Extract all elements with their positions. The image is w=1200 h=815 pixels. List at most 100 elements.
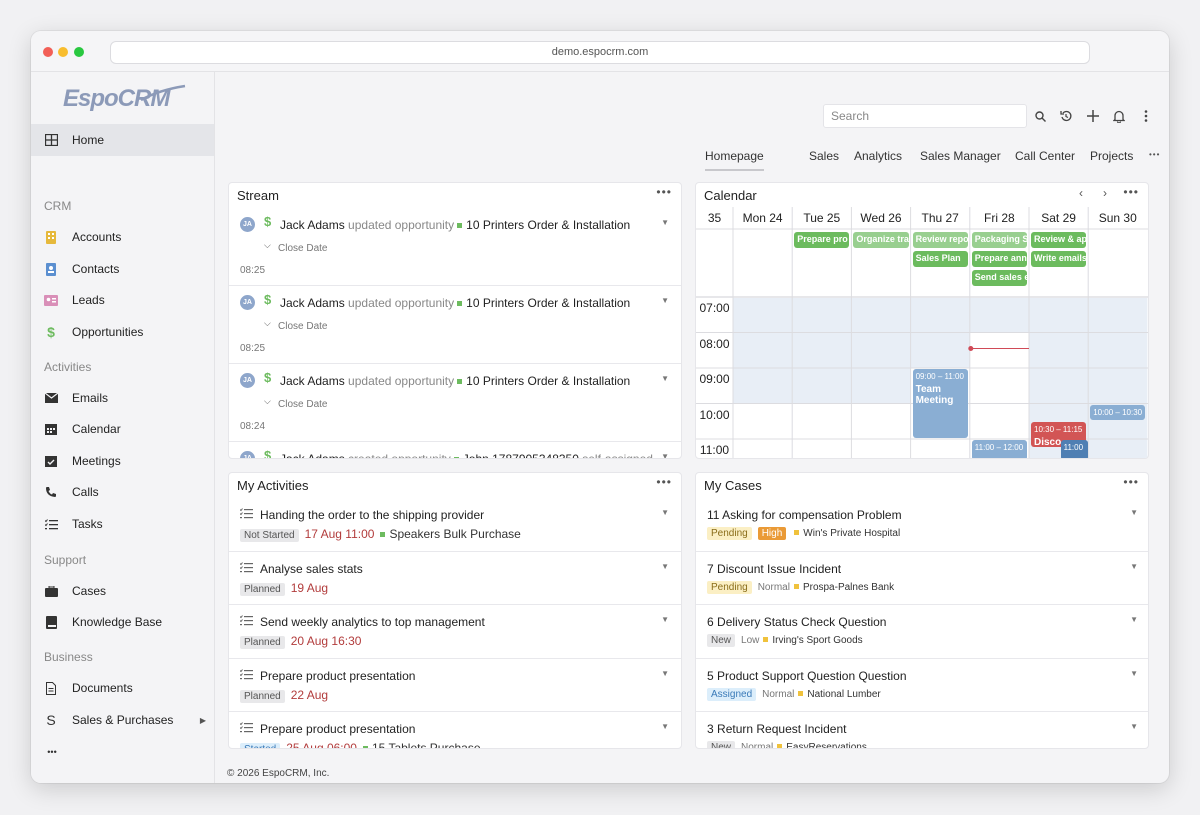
- calendar-all-day-event[interactable]: Send sales e: [971, 270, 1027, 286]
- search-input[interactable]: [823, 104, 1027, 128]
- avatar[interactable]: JA: [240, 295, 255, 310]
- row-dropdown-caret-icon[interactable]: ▼: [661, 374, 669, 383]
- account-link[interactable]: Win's Private Hospital: [803, 528, 900, 539]
- avatar[interactable]: JA: [240, 373, 255, 388]
- activity-name-link[interactable]: Prepare product presentation: [260, 669, 415, 683]
- sidebar-item-calendar[interactable]: Calendar: [31, 413, 214, 445]
- row-dropdown-caret-icon[interactable]: ▼: [1130, 722, 1138, 731]
- stream-user-link[interactable]: Jack Adams: [280, 296, 345, 310]
- calendar-all-day-event[interactable]: Prepare pro: [794, 232, 850, 248]
- row-dropdown-caret-icon[interactable]: ▼: [661, 615, 669, 624]
- avatar[interactable]: JA: [240, 217, 255, 232]
- activity-name-link[interactable]: Prepare product presentation: [260, 722, 415, 736]
- stream-target-link[interactable]: 10 Printers Order & Installation: [466, 296, 630, 310]
- stream-target-link[interactable]: 10 Printers Order & Installation: [466, 218, 630, 232]
- activity-name-link[interactable]: Handing the order to the shipping provid…: [260, 508, 484, 522]
- calendar-day-header[interactable]: Thu 27: [911, 211, 970, 225]
- stream-target-link[interactable]: John 1787905348350: [463, 452, 579, 458]
- sidebar-item-documents[interactable]: Documents: [31, 672, 214, 704]
- account-link[interactable]: Irving's Sport Goods: [772, 635, 862, 646]
- row-dropdown-caret-icon[interactable]: ▼: [1130, 669, 1138, 678]
- row-dropdown-caret-icon[interactable]: ▼: [1130, 508, 1138, 517]
- close-window-button[interactable]: [43, 47, 53, 57]
- sidebar-item-knowledge-base[interactable]: Knowledge Base: [31, 606, 214, 638]
- row-dropdown-caret-icon[interactable]: ▼: [661, 562, 669, 571]
- cases-menu-button[interactable]: •••: [1123, 475, 1139, 489]
- calendar-all-day-event[interactable]: Review repo: [912, 232, 968, 248]
- search-icon[interactable]: [1033, 109, 1047, 123]
- activities-menu-button[interactable]: •••: [656, 475, 672, 489]
- row-dropdown-caret-icon[interactable]: ▼: [661, 296, 669, 305]
- calendar-day-header[interactable]: Mon 24: [733, 211, 792, 225]
- calendar-event[interactable]: 11:00 –: [1060, 440, 1089, 458]
- calendar-all-day-event[interactable]: Sales Plan: [912, 251, 968, 267]
- changed-field-label[interactable]: Close Date: [278, 321, 327, 332]
- expand-chevron-icon[interactable]: ⌵: [264, 396, 271, 407]
- sidebar-item-accounts[interactable]: Accounts: [31, 221, 214, 253]
- avatar[interactable]: JA: [240, 451, 255, 458]
- expand-chevron-icon[interactable]: ⌵: [264, 240, 271, 251]
- case-name-link[interactable]: Delivery Status Check: [717, 615, 835, 629]
- sidebar-item-home[interactable]: Home: [31, 124, 214, 156]
- row-dropdown-caret-icon[interactable]: ▼: [661, 722, 669, 731]
- sidebar-item-tasks[interactable]: Tasks: [31, 508, 214, 540]
- stream-user-link[interactable]: Jack Adams: [280, 452, 345, 458]
- address-bar[interactable]: demo.espocrm.com: [110, 41, 1090, 64]
- changed-field-label[interactable]: Close Date: [278, 243, 327, 254]
- maximize-window-button[interactable]: [74, 47, 84, 57]
- tab-homepage[interactable]: Homepage: [705, 149, 764, 171]
- sidebar-item-leads[interactable]: Leads: [31, 284, 214, 316]
- stream-menu-button[interactable]: •••: [656, 185, 672, 199]
- calendar-next-button[interactable]: ›: [1103, 186, 1108, 200]
- bell-icon[interactable]: [1112, 109, 1126, 123]
- activity-name-link[interactable]: Send weekly analytics to top management: [260, 615, 485, 629]
- tab-sales-manager[interactable]: Sales Manager: [920, 149, 1001, 163]
- stream-user-link[interactable]: Jack Adams: [280, 374, 345, 388]
- expand-chevron-icon[interactable]: ⌵: [264, 318, 271, 329]
- calendar-all-day-event[interactable]: Organize tra: [853, 232, 909, 248]
- sidebar-item-emails[interactable]: Emails: [31, 382, 214, 414]
- row-dropdown-caret-icon[interactable]: ▼: [661, 218, 669, 227]
- minimize-window-button[interactable]: [58, 47, 68, 57]
- kebab-menu-icon[interactable]: [1139, 109, 1153, 123]
- parent-link[interactable]: Speakers Bulk Purchase: [389, 527, 520, 541]
- case-name-link[interactable]: Discount Issue: [717, 562, 796, 576]
- row-dropdown-caret-icon[interactable]: ▼: [661, 508, 669, 517]
- calendar-day-header[interactable]: Sun 30: [1088, 211, 1147, 225]
- row-dropdown-caret-icon[interactable]: ▼: [1130, 562, 1138, 571]
- account-link[interactable]: EasyReservations: [786, 742, 867, 748]
- case-name-link[interactable]: Asking for compensation: [722, 508, 853, 522]
- activity-name-link[interactable]: Analyse sales stats: [260, 562, 363, 576]
- stream-user-link[interactable]: Jack Adams: [280, 218, 345, 232]
- tab-sales[interactable]: Sales: [809, 149, 839, 163]
- tab-projects[interactable]: Projects: [1090, 149, 1133, 163]
- row-dropdown-caret-icon[interactable]: ▼: [1130, 615, 1138, 624]
- calendar-day-header[interactable]: Sat 29: [1029, 211, 1088, 225]
- history-icon[interactable]: [1059, 109, 1073, 123]
- calendar-event[interactable]: 09:00 – 11:00 Team Meeting: [912, 369, 968, 438]
- stream-target-link[interactable]: 10 Printers Order & Installation: [466, 374, 630, 388]
- sidebar-item-calls[interactable]: Calls: [31, 476, 214, 508]
- calendar-day-header[interactable]: Wed 26: [851, 211, 910, 225]
- calendar-all-day-event[interactable]: Prepare ann: [971, 251, 1027, 267]
- calendar-event[interactable]: 11:00 – 12:00: [971, 440, 1027, 458]
- calendar-day-header[interactable]: Fri 28: [970, 211, 1029, 225]
- sidebar-item-contacts[interactable]: Contacts: [31, 253, 214, 285]
- sidebar-item-sales-purchases[interactable]: S Sales & Purchases ▶: [31, 704, 214, 736]
- row-dropdown-caret-icon[interactable]: ▼: [661, 452, 669, 458]
- calendar-event[interactable]: 10:00 – 10:30: [1090, 404, 1146, 421]
- calendar-all-day-event[interactable]: Review & ap: [1031, 232, 1087, 248]
- calendar-all-day-event[interactable]: Write emails: [1031, 251, 1087, 267]
- calendar-all-day-event[interactable]: Packaging S: [971, 232, 1027, 248]
- tab-analytics[interactable]: Analytics: [854, 149, 902, 163]
- plus-icon[interactable]: [1086, 109, 1100, 123]
- account-link[interactable]: Prospa-Palnes Bank: [803, 582, 894, 593]
- sidebar-more[interactable]: •••: [31, 736, 214, 768]
- calendar-menu-button[interactable]: •••: [1123, 185, 1139, 199]
- calendar-prev-button[interactable]: ‹: [1079, 186, 1084, 200]
- account-link[interactable]: National Lumber: [807, 689, 880, 700]
- calendar-day-header[interactable]: Tue 25: [792, 211, 851, 225]
- sidebar-item-cases[interactable]: Cases: [31, 575, 214, 607]
- case-name-link[interactable]: Product Support Question: [717, 669, 855, 683]
- sidebar-item-meetings[interactable]: Meetings: [31, 445, 214, 477]
